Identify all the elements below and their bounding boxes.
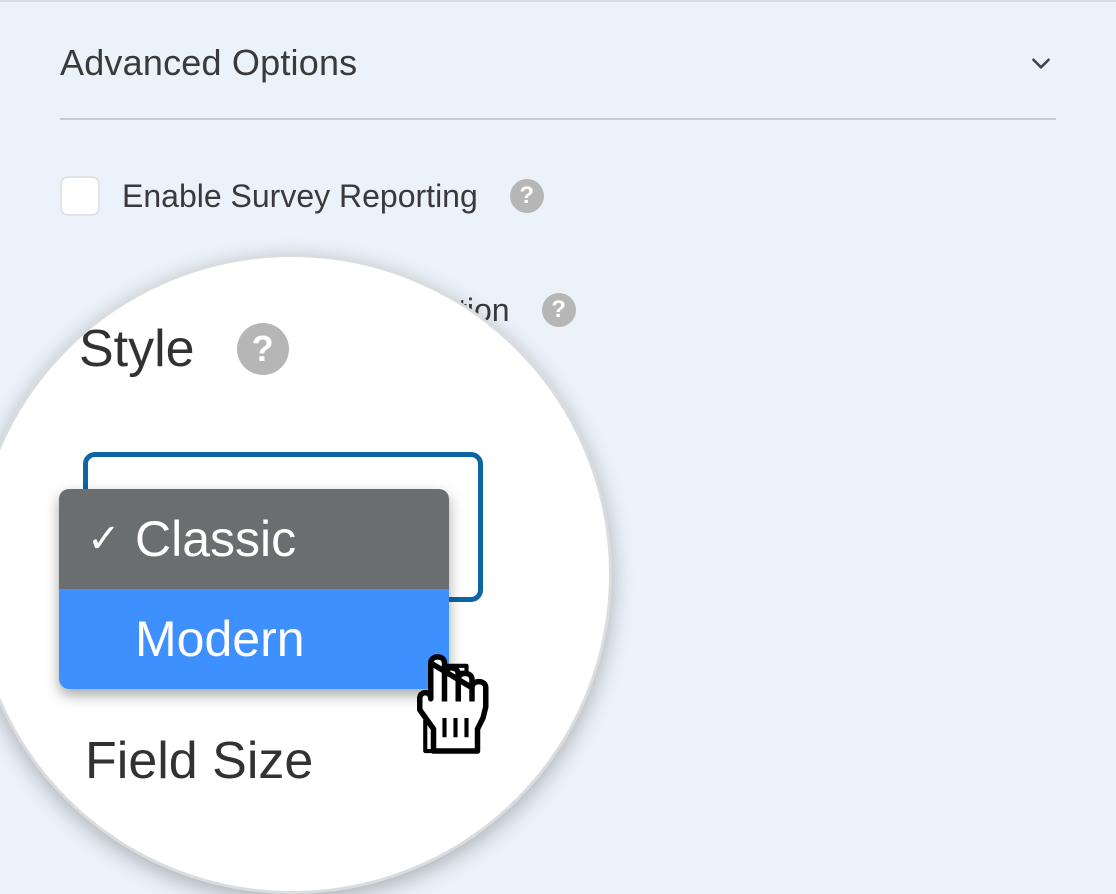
style-option-modern[interactable]: Modern [59, 589, 449, 689]
section-header-advanced[interactable]: Advanced Options [60, 32, 1056, 118]
label-enable-survey: Enable Survey Reporting [122, 178, 478, 215]
chevron-down-icon [1026, 48, 1056, 78]
check-icon: ✓ [87, 516, 117, 562]
field-size-label: Field Size [85, 731, 313, 791]
checkbox-enable-survey[interactable] [60, 176, 100, 216]
style-label: Style [79, 319, 195, 379]
style-dropdown: ✓ Classic Modern [59, 489, 449, 689]
pointer-cursor-icon [405, 652, 495, 762]
option-label: Classic [135, 510, 296, 568]
section-title: Advanced Options [60, 42, 357, 84]
style-option-classic[interactable]: ✓ Classic [59, 489, 449, 589]
magnifier-lens: Style ? ✓ Classic Modern Field Size [0, 254, 612, 894]
help-icon[interactable]: ? [510, 179, 544, 213]
option-label: Modern [135, 610, 305, 668]
row-enable-survey: Enable Survey Reporting ? [60, 120, 1056, 216]
help-icon[interactable]: ? [237, 323, 289, 375]
